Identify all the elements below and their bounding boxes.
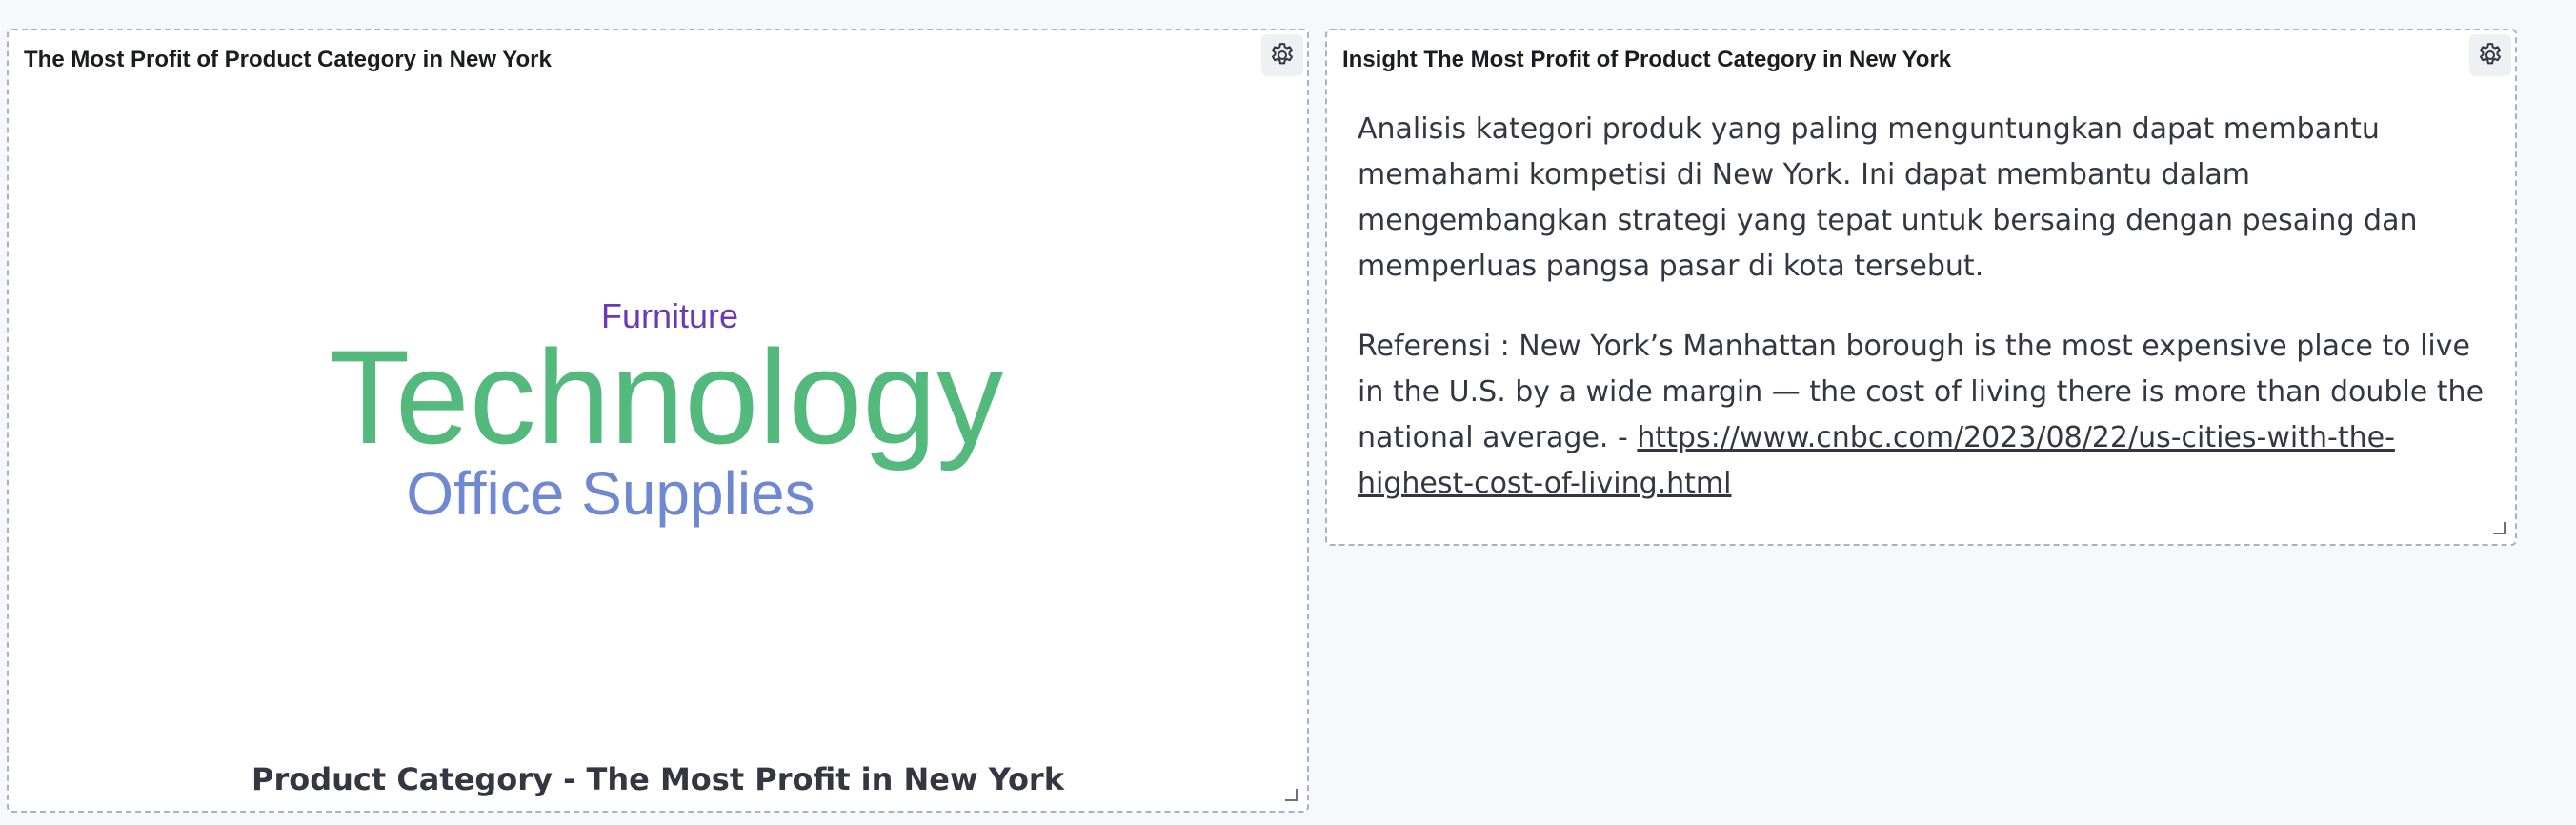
panel-title: Insight The Most Profit of Product Categ… bbox=[1342, 47, 1952, 72]
panel-settings-button[interactable] bbox=[2469, 34, 2511, 76]
gear-icon bbox=[2480, 43, 2501, 65]
word-office-supplies[interactable]: Office Supplies bbox=[406, 463, 815, 524]
word-technology[interactable]: Technology bbox=[329, 331, 1003, 464]
wordcloud-chart: Technology Office Supplies Furniture bbox=[9, 30, 1307, 811]
reference-paragraph: Referensi : New York’s Manhattan borough… bbox=[1358, 324, 2486, 507]
chart-title: Product Category - The Most Profit in Ne… bbox=[252, 761, 1064, 797]
resize-corner-icon[interactable] bbox=[2492, 521, 2506, 534]
wordcloud-panel: The Most Profit of Product Category in N… bbox=[7, 29, 1309, 813]
insight-paragraph: Analisis kategori produk yang paling men… bbox=[1358, 112, 2418, 283]
resize-corner-icon[interactable] bbox=[1284, 788, 1298, 801]
insight-text: Analisis kategori produk yang paling men… bbox=[1358, 107, 2486, 541]
insight-panel: Insight The Most Profit of Product Categ… bbox=[1325, 29, 2517, 546]
word-furniture[interactable]: Furniture bbox=[601, 299, 738, 333]
